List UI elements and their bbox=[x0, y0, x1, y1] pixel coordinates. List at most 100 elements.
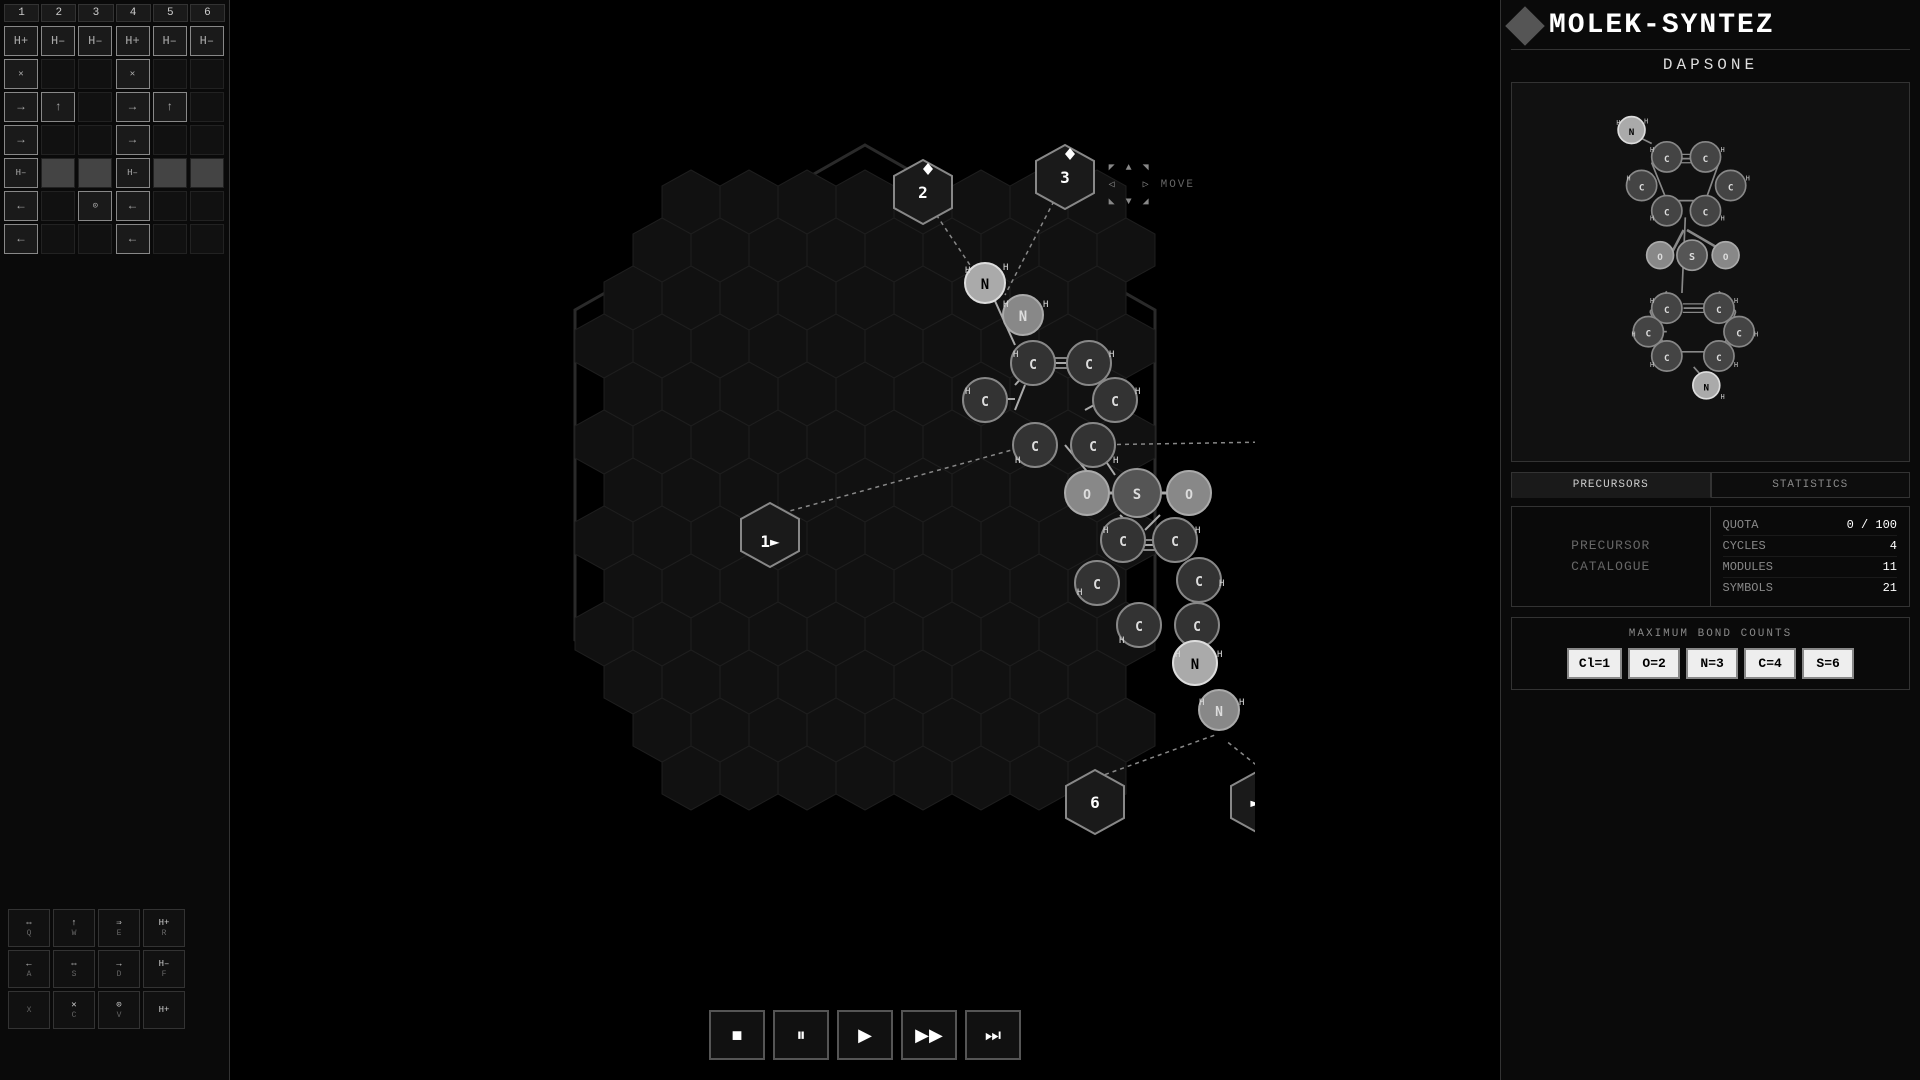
larr2-1[interactable]: ← bbox=[4, 224, 38, 254]
svg-text:H: H bbox=[1734, 297, 1738, 305]
svg-text:H: H bbox=[1013, 350, 1018, 360]
col-5: 5 bbox=[153, 4, 188, 22]
ctrl-e[interactable]: ⇒E bbox=[98, 909, 140, 947]
svg-text:C: C bbox=[1703, 154, 1709, 165]
svg-text:N: N bbox=[1704, 382, 1710, 393]
quota-row: QUOTA 0 / 100 bbox=[1723, 515, 1898, 536]
gray-6 bbox=[190, 158, 224, 188]
h-btn-3[interactable]: H– bbox=[78, 26, 112, 56]
quota-label: QUOTA bbox=[1723, 518, 1759, 532]
svg-text:H: H bbox=[1175, 650, 1180, 660]
ctrl-x[interactable]: X bbox=[8, 991, 50, 1029]
column-headers: 1 2 3 4 5 6 bbox=[4, 4, 225, 22]
svg-text:C: C bbox=[1119, 535, 1127, 550]
tab-precursors[interactable]: PRECURSORS bbox=[1511, 472, 1711, 498]
move-label: MOVE bbox=[1161, 179, 1195, 191]
svg-text:N: N bbox=[1629, 127, 1635, 138]
empty-r4c6 bbox=[190, 125, 224, 155]
svg-text:H: H bbox=[1119, 636, 1124, 646]
arr-r-4[interactable]: → bbox=[116, 92, 150, 122]
svg-text:C: C bbox=[1135, 620, 1143, 635]
gray-3 bbox=[78, 158, 112, 188]
arrows-row2: → → bbox=[4, 125, 225, 155]
svg-text:O: O bbox=[1185, 488, 1193, 503]
empty-r6c2 bbox=[41, 191, 75, 221]
fast-button[interactable]: ▶▶ bbox=[901, 1010, 957, 1060]
arr-r2-4[interactable]: → bbox=[116, 125, 150, 155]
h-btn-5[interactable]: H– bbox=[153, 26, 187, 56]
arr-r2-1[interactable]: → bbox=[4, 125, 38, 155]
svg-text:►5: ►5 bbox=[1250, 793, 1255, 812]
larr-1[interactable]: ← bbox=[4, 191, 38, 221]
cycles-value: 4 bbox=[1890, 539, 1897, 553]
svg-text:H: H bbox=[1217, 650, 1222, 660]
svg-text:O: O bbox=[1723, 252, 1729, 263]
svg-text:H: H bbox=[1003, 263, 1008, 273]
arr-u-2[interactable]: ↑ bbox=[41, 92, 75, 122]
tab-statistics[interactable]: STATISTICS bbox=[1711, 472, 1911, 498]
h-btn-1[interactable]: H+ bbox=[4, 26, 38, 56]
ctrl-c[interactable]: ✕C bbox=[53, 991, 95, 1029]
hminus-1[interactable]: H– bbox=[4, 158, 38, 188]
bond-o: O=2 bbox=[1628, 648, 1680, 679]
bond-section: MAXIMUM BOND COUNTS Cl=1 O=2 N=3 C=4 S=6 bbox=[1511, 617, 1910, 690]
svg-text:C: C bbox=[1029, 358, 1037, 373]
ctrl-a[interactable]: ←A bbox=[8, 950, 50, 988]
ctrl-r[interactable]: H+R bbox=[143, 909, 185, 947]
ctrl-d[interactable]: →D bbox=[98, 950, 140, 988]
svg-text:H: H bbox=[1721, 215, 1725, 223]
x-marks-row: ✕ ✕ bbox=[4, 59, 225, 89]
cycles-label: CYCLES bbox=[1723, 539, 1766, 553]
svg-text:N: N bbox=[1215, 705, 1223, 720]
play-button[interactable]: ▶ bbox=[837, 1010, 893, 1060]
ctrl-q[interactable]: ⇔Q bbox=[8, 909, 50, 947]
larr-4[interactable]: ← bbox=[116, 191, 150, 221]
x-mark-4[interactable]: ✕ bbox=[116, 59, 150, 89]
empty-5 bbox=[153, 59, 187, 89]
h-btn-6[interactable]: H– bbox=[190, 26, 224, 56]
col-6: 6 bbox=[190, 4, 225, 22]
arr-u-5[interactable]: ↑ bbox=[153, 92, 187, 122]
left-panel: 1 2 3 4 5 6 H+ H– H– H+ H– H– ✕ ✕ → ↑ → … bbox=[0, 0, 230, 1080]
ctrl-v[interactable]: ⊙V bbox=[98, 991, 140, 1029]
h-btn-4[interactable]: H+ bbox=[116, 26, 150, 56]
hminus-4[interactable]: H– bbox=[116, 158, 150, 188]
fastest-button[interactable]: ⏭ bbox=[965, 1010, 1021, 1060]
bond-c: C=4 bbox=[1744, 648, 1796, 679]
svg-text:H: H bbox=[1113, 456, 1118, 466]
svg-text:C: C bbox=[1716, 305, 1722, 316]
h-btn-2[interactable]: H– bbox=[41, 26, 75, 56]
ctrl-extra[interactable]: H+ bbox=[143, 991, 185, 1029]
ctrl-f[interactable]: H–F bbox=[143, 950, 185, 988]
svg-text:H: H bbox=[1627, 174, 1631, 182]
svg-text:C: C bbox=[1664, 353, 1670, 364]
empty-r4c3 bbox=[78, 125, 112, 155]
circle-3[interactable]: ⊙ bbox=[78, 191, 112, 221]
precursor-label: PRECURSORCATALOGUE bbox=[1571, 536, 1650, 578]
empty-r4c5 bbox=[153, 125, 187, 155]
svg-text:C: C bbox=[1728, 183, 1734, 194]
pause-button[interactable]: ⏸ bbox=[773, 1010, 829, 1060]
gray-5 bbox=[153, 158, 187, 188]
ctrl-s[interactable]: ⇔S bbox=[53, 950, 95, 988]
precursor-catalogue-cell[interactable]: PRECURSORCATALOGUE bbox=[1512, 507, 1711, 606]
stats-table: PRECURSORCATALOGUE QUOTA 0 / 100 CYCLES … bbox=[1511, 506, 1910, 607]
arr-r-1[interactable]: → bbox=[4, 92, 38, 122]
svg-text:H: H bbox=[1721, 393, 1725, 401]
stop-button[interactable]: ■ bbox=[709, 1010, 765, 1060]
svg-text:C: C bbox=[1664, 208, 1670, 219]
svg-text:S: S bbox=[1689, 252, 1695, 263]
x-mark-1[interactable]: ✕ bbox=[4, 59, 38, 89]
mv-downleft: ◣ bbox=[1105, 194, 1121, 210]
larrow2-row: ← ← bbox=[4, 224, 225, 254]
ctrl-w[interactable]: ↑W bbox=[53, 909, 95, 947]
svg-text:C: C bbox=[1716, 353, 1722, 364]
svg-text:H: H bbox=[1103, 526, 1108, 536]
mv-upright: ◥ bbox=[1139, 160, 1155, 176]
larr2-4[interactable]: ← bbox=[116, 224, 150, 254]
move-indicator: ◤ ▲ ◥ ◁ ▷ ◣ ▼ ◢ MOVE bbox=[1105, 160, 1195, 210]
svg-text:H: H bbox=[1195, 526, 1200, 536]
svg-text:H: H bbox=[1109, 350, 1114, 360]
empty-r6c5 bbox=[153, 191, 187, 221]
svg-text:C: C bbox=[1736, 329, 1742, 340]
